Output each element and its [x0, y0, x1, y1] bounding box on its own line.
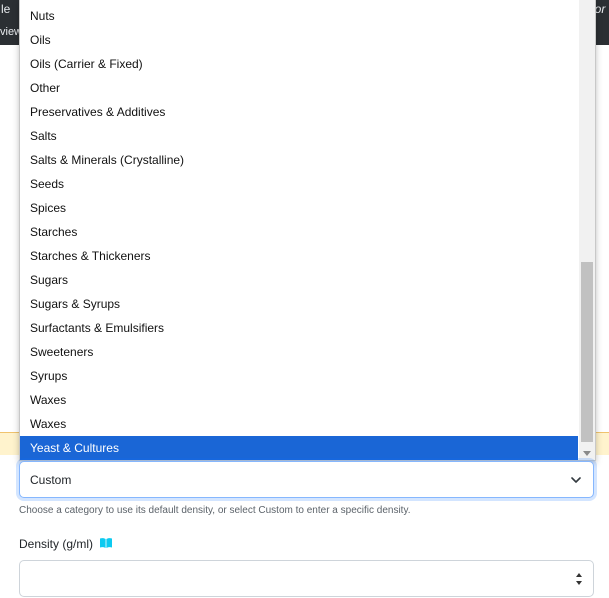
category-option[interactable]: Surfactants & Emulsifiers — [20, 316, 578, 340]
category-option[interactable]: Spices — [20, 196, 578, 220]
category-option[interactable]: Starches & Thickeners — [20, 244, 578, 268]
category-select[interactable]: Custom — [19, 461, 594, 498]
scroll-down-arrow-icon[interactable] — [583, 451, 591, 456]
category-option[interactable]: Other — [20, 76, 578, 100]
category-option[interactable]: Yeast & Cultures — [20, 436, 578, 460]
category-option[interactable]: Seeds — [20, 172, 578, 196]
category-option[interactable]: Sugars — [20, 268, 578, 292]
category-option[interactable]: Oils (Carrier & Fixed) — [20, 52, 578, 76]
header-fragment-left: le — [1, 2, 11, 16]
dropdown-scrollbar[interactable] — [579, 0, 595, 460]
density-label: Density (g/ml) — [19, 537, 94, 551]
category-option[interactable]: Salts & Minerals (Crystalline) — [20, 148, 578, 172]
number-spinner-icon[interactable] — [575, 571, 583, 587]
category-option[interactable]: Waxes — [20, 388, 578, 412]
category-option[interactable]: Starches — [20, 220, 578, 244]
category-option[interactable]: Sweeteners — [20, 340, 578, 364]
category-option[interactable]: Salts — [20, 124, 578, 148]
scrollbar-thumb[interactable] — [581, 262, 593, 442]
category-dropdown-list[interactable]: Nuts Oils Oils (Carrier & Fixed) Other Prese… — [19, 0, 596, 461]
category-options: Nuts Oils Oils (Carrier & Fixed) Other Prese… — [20, 4, 578, 460]
chevron-down-icon — [571, 477, 581, 483]
book-icon[interactable] — [99, 537, 113, 549]
category-option[interactable]: Sugars & Syrups — [20, 292, 578, 316]
category-help-text: Choose a category to use its default den… — [19, 505, 411, 516]
category-option[interactable]: Preservatives & Additives — [20, 100, 578, 124]
category-select-value: Custom — [30, 473, 72, 487]
category-option[interactable]: Oils — [20, 28, 578, 52]
density-input[interactable] — [19, 560, 594, 597]
category-option[interactable]: Nuts — [20, 4, 578, 28]
category-option[interactable]: Syrups — [20, 364, 578, 388]
category-option[interactable]: Waxes — [20, 412, 578, 436]
